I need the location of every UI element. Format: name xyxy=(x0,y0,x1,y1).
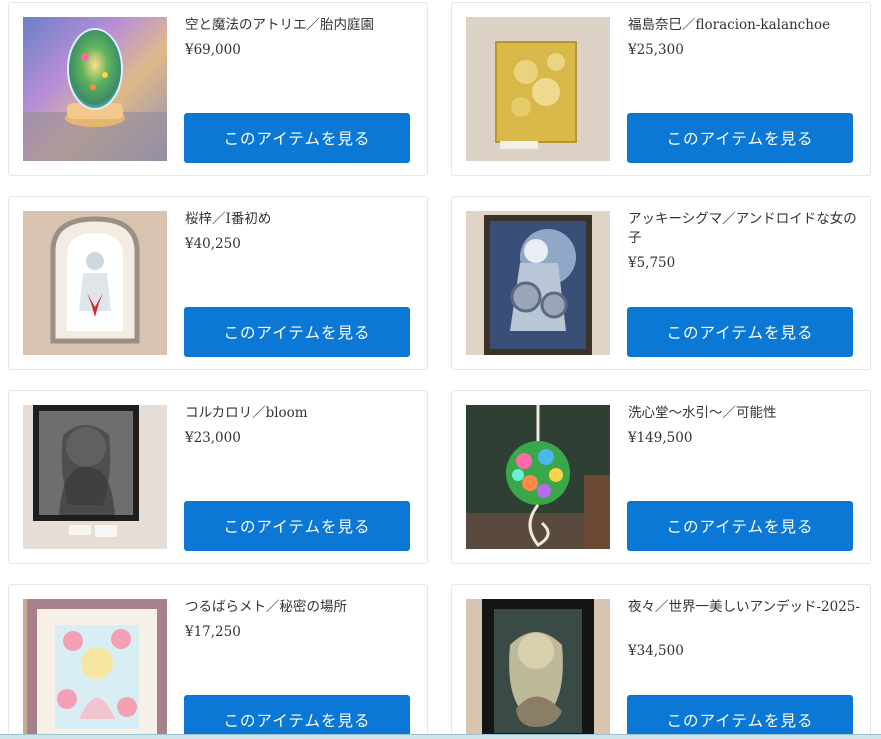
view-item-button[interactable]: このアイテムを見る xyxy=(627,695,853,739)
item-title[interactable]: 洗心堂～水引～／可能性 xyxy=(628,404,864,423)
item-thumbnail[interactable] xyxy=(23,599,167,739)
item-price: ¥17,250 xyxy=(185,624,241,640)
item-title[interactable]: 桜梓／I番初め xyxy=(185,210,421,229)
item-thumbnail[interactable] xyxy=(23,405,167,549)
item-card: 空と魔法のアトリエ／胎内庭園 ¥69,000 このアイテムを見る xyxy=(8,2,428,176)
view-item-button[interactable]: このアイテムを見る xyxy=(184,113,410,163)
item-card: 福島奈巳／floracion-kalanchoe ¥25,300 このアイテムを… xyxy=(451,2,871,176)
item-price: ¥149,500 xyxy=(628,430,693,446)
view-item-button[interactable]: このアイテムを見る xyxy=(184,307,410,357)
item-price: ¥25,300 xyxy=(628,42,684,58)
view-item-button[interactable]: このアイテムを見る xyxy=(627,501,853,551)
item-title[interactable]: 空と魔法のアトリエ／胎内庭園 xyxy=(185,16,421,35)
item-price: ¥40,250 xyxy=(185,236,241,252)
item-price: ¥69,000 xyxy=(185,42,241,58)
item-card: 桜梓／I番初め ¥40,250 このアイテムを見る xyxy=(8,196,428,370)
view-item-button[interactable]: このアイテムを見る xyxy=(184,501,410,551)
item-thumbnail[interactable] xyxy=(466,405,610,549)
item-title[interactable]: コルカロリ／bloom xyxy=(185,404,421,423)
item-title[interactable]: 夜々／世界一美しいアンデッド-2025- xyxy=(628,598,864,617)
item-grid: 空と魔法のアトリエ／胎内庭園 ¥69,000 このアイテムを見る 福島奈巳／fl… xyxy=(0,0,881,739)
item-card: アッキーシグマ／アンドロイドな女の子 ¥5,750 このアイテムを見る xyxy=(451,196,871,370)
view-item-button[interactable]: このアイテムを見る xyxy=(184,695,410,739)
item-thumbnail[interactable] xyxy=(466,17,610,161)
bottom-scroll-bar xyxy=(0,734,881,739)
item-card: 洗心堂～水引～／可能性 ¥149,500 このアイテムを見る xyxy=(451,390,871,564)
view-item-button[interactable]: このアイテムを見る xyxy=(627,113,853,163)
item-price: ¥23,000 xyxy=(185,430,241,446)
item-thumbnail[interactable] xyxy=(466,599,610,739)
item-price: ¥34,500 xyxy=(628,643,684,659)
item-title[interactable]: アッキーシグマ／アンドロイドな女の子 xyxy=(628,210,864,248)
item-thumbnail[interactable] xyxy=(23,17,167,161)
item-title[interactable]: つるばらメト／秘密の場所 xyxy=(185,598,421,617)
item-thumbnail[interactable] xyxy=(466,211,610,355)
item-card: つるばらメト／秘密の場所 ¥17,250 このアイテムを見る xyxy=(8,584,428,739)
item-card: コルカロリ／bloom ¥23,000 このアイテムを見る xyxy=(8,390,428,564)
view-item-button[interactable]: このアイテムを見る xyxy=(627,307,853,357)
item-card: 夜々／世界一美しいアンデッド-2025- ¥34,500 このアイテムを見る xyxy=(451,584,871,739)
item-thumbnail[interactable] xyxy=(23,211,167,355)
item-price: ¥5,750 xyxy=(628,255,676,271)
item-title[interactable]: 福島奈巳／floracion-kalanchoe xyxy=(628,16,864,35)
